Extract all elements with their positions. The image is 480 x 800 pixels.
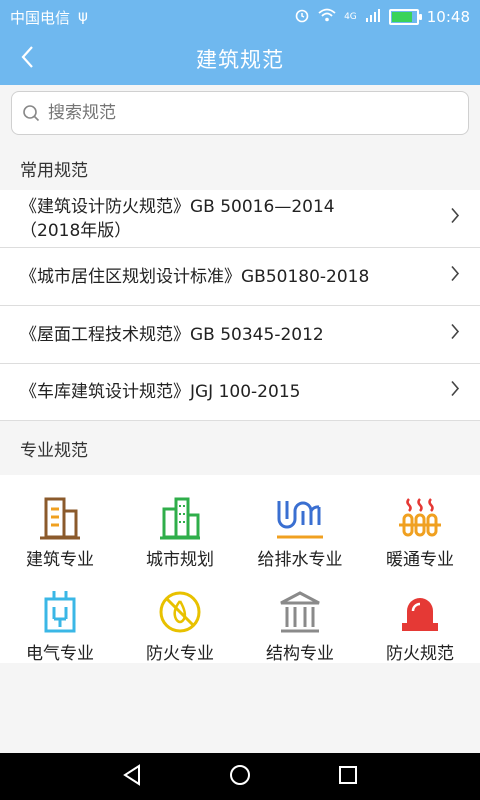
carrier-label: 中国电信: [10, 9, 71, 27]
nav-recents-button[interactable]: [336, 763, 360, 791]
list-item-title: 《屋面工程技术规范》GB 50345-2012: [20, 324, 324, 345]
city-icon: [160, 497, 200, 540]
common-list: 《建筑设计防火规范》GB 50016—2014 （2018年版） 《城市居住区规…: [0, 190, 480, 421]
chevron-right-icon: [450, 322, 460, 347]
list-item[interactable]: 《车库建筑设计规范》JGJ 100-2015: [0, 364, 480, 421]
category-label: 结构专业: [266, 644, 334, 664]
common-section-title: 常用规范: [20, 161, 88, 181]
list-item[interactable]: 《建筑设计防火规范》GB 50016—2014 （2018年版）: [0, 190, 480, 248]
chevron-right-icon: [450, 380, 460, 405]
status-bar: 中国电信 ψ 4G 10:48: [0, 0, 480, 32]
category-label: 防火规范: [386, 644, 454, 664]
category-fire-protection[interactable]: 防火专业: [120, 589, 240, 664]
title-bar: 建筑规范: [0, 32, 480, 85]
clock-time: 10:48: [426, 8, 470, 26]
category-label: 暖通专业: [386, 550, 454, 570]
list-item-subtitle: （2018年版）: [20, 220, 132, 241]
heating-icon: [399, 498, 441, 537]
signal-icon: [365, 8, 381, 26]
category-hvac[interactable]: 暖通专业: [360, 495, 480, 570]
list-item[interactable]: 《屋面工程技术规范》GB 50345-2012: [0, 306, 480, 364]
triangle-back-icon: [123, 764, 140, 786]
square-recents-icon: [339, 766, 357, 784]
category-fire-code[interactable]: 防火规范: [360, 589, 480, 664]
list-item-title: 《车库建筑设计规范》JGJ 100-2015: [20, 382, 301, 402]
circle-home-icon: [230, 765, 250, 785]
professional-section-title: 专业规范: [20, 441, 88, 461]
structure-icon: [280, 591, 320, 633]
category-label: 电气专业: [26, 644, 94, 664]
alarm-clock-icon: [294, 7, 310, 27]
category-label: 防火专业: [146, 644, 214, 664]
list-item[interactable]: 《城市居住区规划设计标准》GB50180-2018: [0, 248, 480, 306]
category-label: 城市规划: [146, 550, 214, 570]
chevron-right-icon: [450, 264, 460, 289]
category-label: 给排水专业: [257, 550, 343, 570]
building-icon: [40, 497, 80, 540]
water-pipe-icon: [277, 501, 323, 539]
category-electric[interactable]: 电气专业: [0, 589, 120, 664]
category-building[interactable]: 建筑专业: [0, 495, 120, 570]
search-area: [0, 85, 480, 143]
search-input[interactable]: [46, 92, 450, 134]
list-item-title: 《建筑设计防火规范》GB 50016—2014: [20, 196, 335, 217]
app-header: 中国电信 ψ 4G 10:48 建筑规范: [0, 0, 480, 85]
status-right: 4G 10:48: [294, 7, 470, 27]
search-box[interactable]: [11, 91, 469, 135]
search-icon: [22, 104, 40, 126]
system-nav-bar: [0, 753, 480, 800]
network-type: 4G: [344, 11, 357, 22]
category-label: 建筑专业: [26, 550, 94, 570]
chevron-right-icon: [450, 206, 460, 231]
category-city-planning[interactable]: 城市规划: [120, 495, 240, 570]
alarm-icon: [402, 598, 438, 631]
wifi-icon: [318, 8, 336, 26]
list-item-title: 《城市居住区规划设计标准》GB50180-2018: [20, 266, 370, 287]
nav-home-button[interactable]: [228, 763, 252, 791]
nav-back-button[interactable]: [120, 763, 144, 791]
category-structure[interactable]: 结构专业: [240, 589, 360, 664]
category-water[interactable]: 给排水专业: [240, 495, 360, 570]
professional-grid: 建筑专业 城市规划 给排水专业 暖通专业 电气专业 防火专业 结构专业 防火规范: [0, 475, 480, 664]
battery-icon: [388, 9, 422, 25]
electric-icon: [44, 591, 76, 633]
page-title: 建筑规范: [196, 48, 284, 72]
no-fire-icon: [159, 591, 201, 633]
usb-icon: ψ: [78, 7, 88, 25]
